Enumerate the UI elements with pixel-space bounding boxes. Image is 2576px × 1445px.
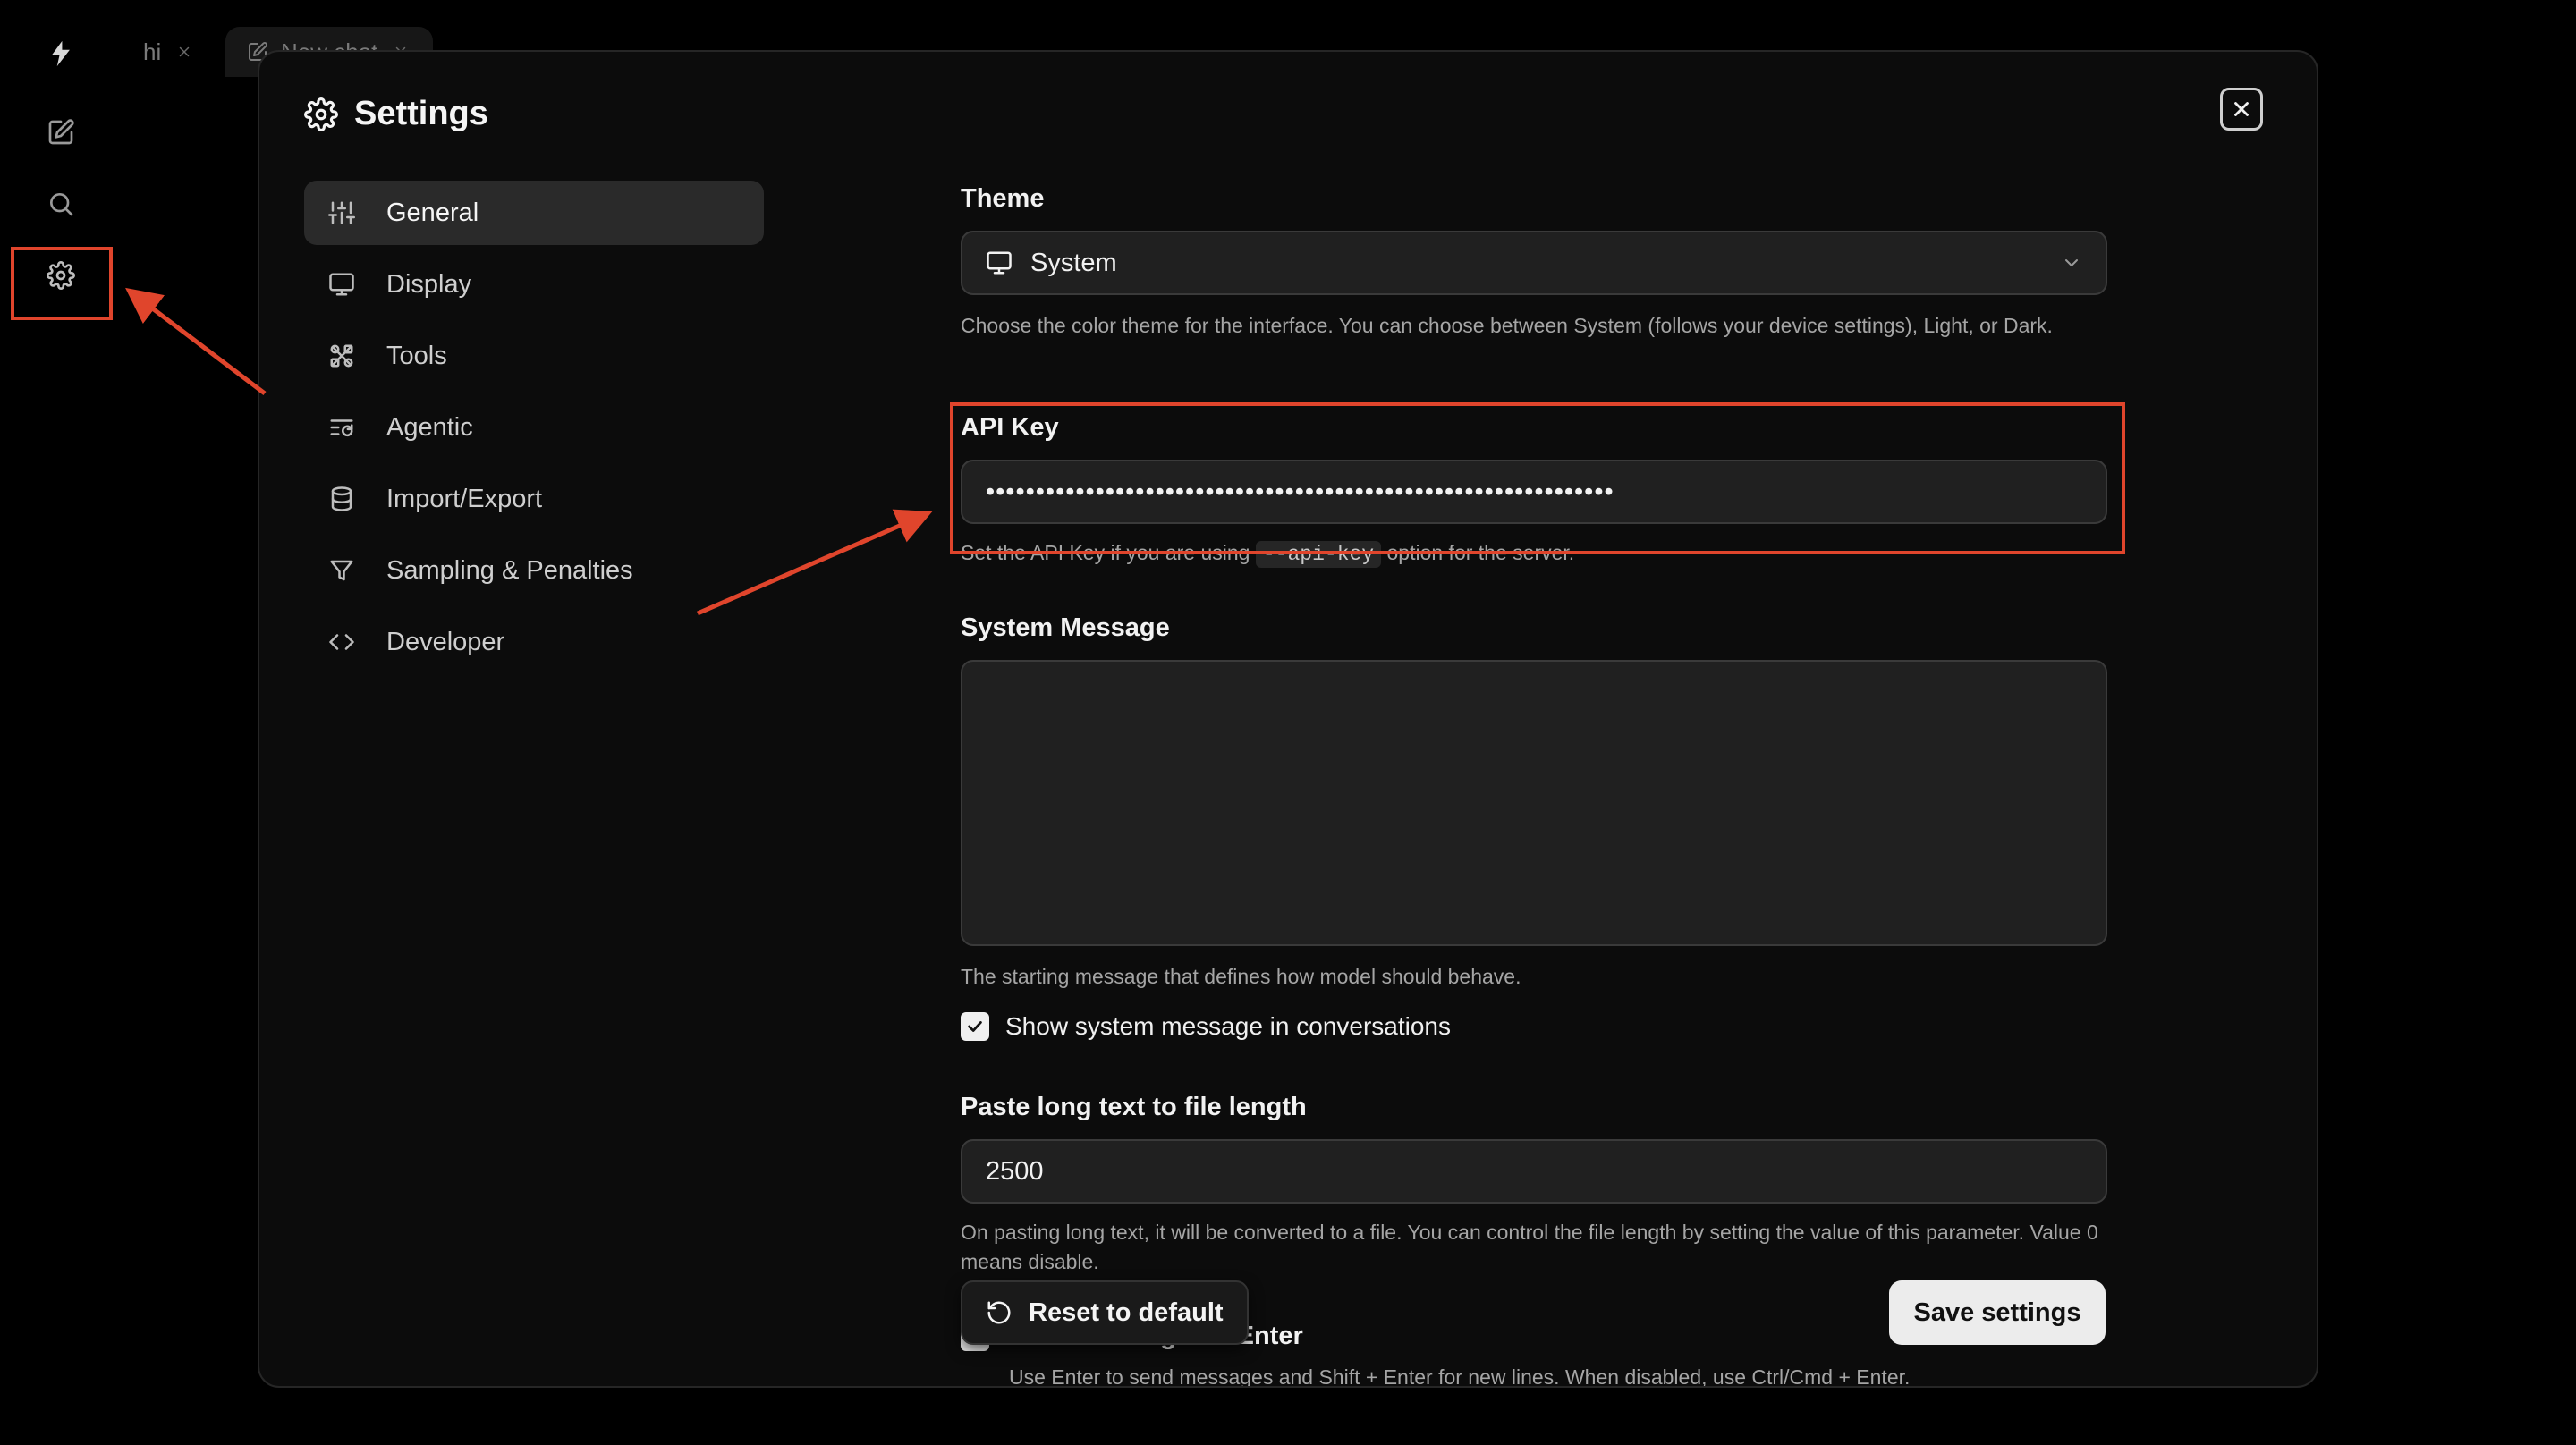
arrow-to-settings bbox=[125, 287, 267, 395]
arrow-to-api-key bbox=[697, 509, 933, 616]
annotation-arrows bbox=[125, 287, 933, 616]
